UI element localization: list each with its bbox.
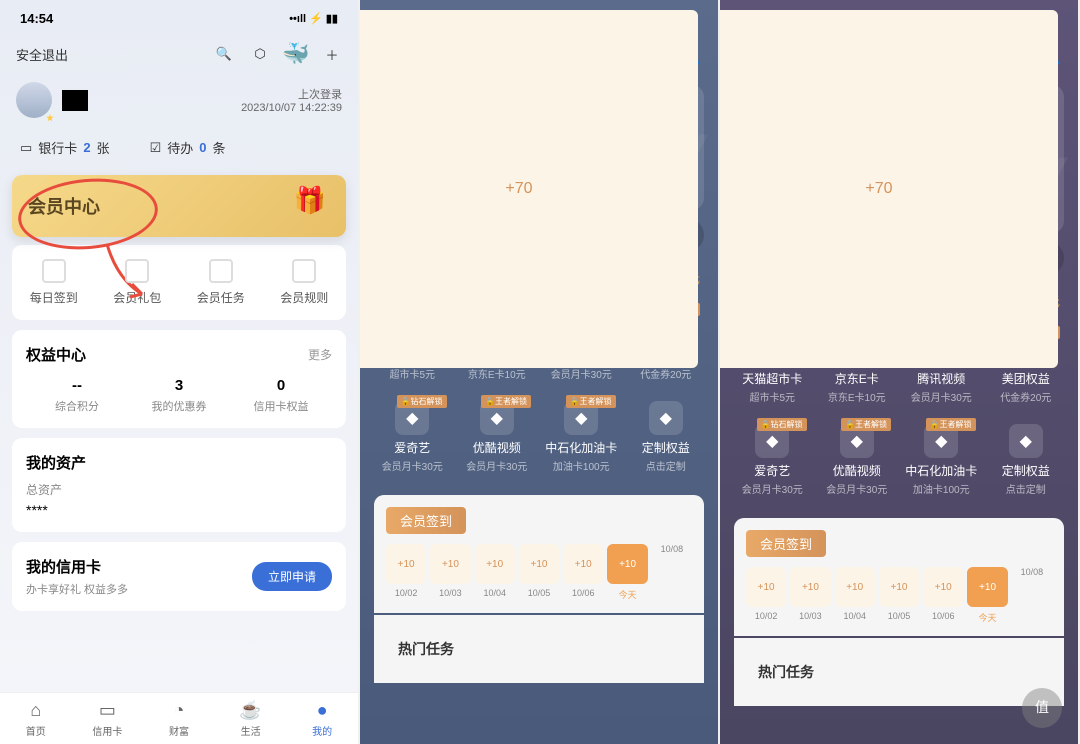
apply-button[interactable]: 立即申请 [252,562,332,591]
lock-badge: 🔒王者解锁 [566,395,616,408]
signin-day[interactable]: +10今天 [967,567,1007,624]
status-bar: 14:54 ••ıll ⚡ ▮▮ [0,0,358,36]
benefit-item[interactable]: 🔒王者解锁◆优酷视频会员月卡30元 [815,414,900,506]
signin-day[interactable]: +1010/06 [923,567,963,624]
signin-day[interactable]: +1010/05 [879,567,919,624]
action-row: 每日签到 会员礼包 会员任务 会员规则 [12,245,346,320]
smzdm-watermark: 值值 什么值得买 [1022,688,1062,728]
benefit-item[interactable]: ◆定制权益点击定制 [624,391,709,483]
stat-points[interactable]: --综合积分 [26,377,128,414]
creditcard-section: 我的信用卡 办卡享好礼 权益多多 立即申请 [12,542,346,611]
user-row[interactable]: TJ 上次登录 2023/10/07 14:22:39 [0,72,358,128]
benefit-icon: ◆ [1009,424,1043,458]
lock-badge: 🔒钻石解锁 [757,418,807,431]
signin-day[interactable]: +1010/04 [835,567,875,624]
top-bar: 安全退出 🔍 ⬡ 🐳 ＋ [0,36,358,72]
benefit-item[interactable]: 🔒钻石解锁◆爱奇艺会员月卡30元 [730,414,815,506]
logout-link[interactable]: 安全退出 [16,45,68,64]
signin-day[interactable]: +7010/08 [652,544,692,601]
hot-task-title: 热门任务 [386,627,692,671]
time: 14:54 [20,11,53,26]
tab-wealth[interactable]: ◔财富 [143,699,215,738]
lock-badge: 🔒钻石解锁 [397,395,447,408]
signin-day[interactable]: +1010/06 [563,544,603,601]
benefit-item[interactable]: 🔒王者解锁◆优酷视频会员月卡30元 [455,391,540,483]
todo-item[interactable]: ☑ 待办 0 条 [150,138,226,157]
mascot-icon[interactable]: 🐳 [286,44,306,64]
more-link[interactable]: 更多 [308,346,332,363]
signal-icons: ••ıll ⚡ ▮▮ [289,12,338,25]
signin-day[interactable]: +1010/02 [746,567,786,624]
benefit-item[interactable]: 🔒王者解锁◆中石化加油卡加油卡100元 [899,414,984,506]
lock-badge: 🔒王者解锁 [841,418,891,431]
bankcard-item[interactable]: ▭ 银行卡 2 张 [20,138,110,157]
hexagon-icon[interactable]: ⬡ [250,44,270,64]
signin-day[interactable]: +1010/03 [430,544,470,601]
member-center-card[interactable]: 会员中心 🎁 [12,175,346,237]
signin-day[interactable]: +1010/04 [475,544,515,601]
action-task[interactable]: 会员任务 [179,259,263,306]
tab-me[interactable]: ●我的 [286,699,358,738]
signin-day[interactable]: +1010/05 [519,544,559,601]
signin-day[interactable]: +7010/08 [1012,567,1052,624]
search-icon[interactable]: 🔍 [214,44,234,64]
signin-section: 会员签到 +1010/02+1010/03+1010/04+1010/05+10… [734,518,1064,636]
stat-coupon[interactable]: 3我的优惠券 [128,377,230,414]
signin-section: 会员签到 +1010/02+1010/03+1010/04+1010/05+10… [374,495,704,613]
tab-credit[interactable]: ▭信用卡 [72,699,144,738]
plus-icon[interactable]: ＋ [322,44,342,64]
assets-section[interactable]: 我的资产 总资产 **** [12,438,346,532]
username: TJ [62,90,88,111]
benefit-item[interactable]: 🔒王者解锁◆中石化加油卡加油卡100元 [539,391,624,483]
tab-home[interactable]: ⌂首页 [0,699,72,738]
action-signin[interactable]: 每日签到 [12,259,96,306]
tab-bar: ⌂首页 ▭信用卡 ◔财富 ☕生活 ●我的 [0,692,358,744]
lock-badge: 🔒王者解锁 [481,395,531,408]
benefit-item[interactable]: 🔒钻石解锁◆爱奇艺会员月卡30元 [370,391,455,483]
last-login: 上次登录 2023/10/07 14:22:39 [241,86,342,114]
stat-credit[interactable]: 0信用卡权益 [230,377,332,414]
action-rules[interactable]: 会员规则 [263,259,347,306]
tab-life[interactable]: ☕生活 [215,699,287,738]
benefit-item[interactable]: ◆定制权益点击定制 [984,414,1069,506]
benefit-icon: ◆ [649,401,683,435]
avatar[interactable] [16,82,52,118]
rights-section: 权益中心更多 --综合积分 3我的优惠券 0信用卡权益 [12,330,346,428]
gift-icon: 🎁 [294,185,326,216]
hot-task-title: 热门任务 [746,650,1052,694]
signin-day[interactable]: +10今天 [607,544,647,601]
lock-badge: 🔒王者解锁 [926,418,976,431]
signin-day[interactable]: +1010/03 [790,567,830,624]
signin-day[interactable]: +1010/02 [386,544,426,601]
